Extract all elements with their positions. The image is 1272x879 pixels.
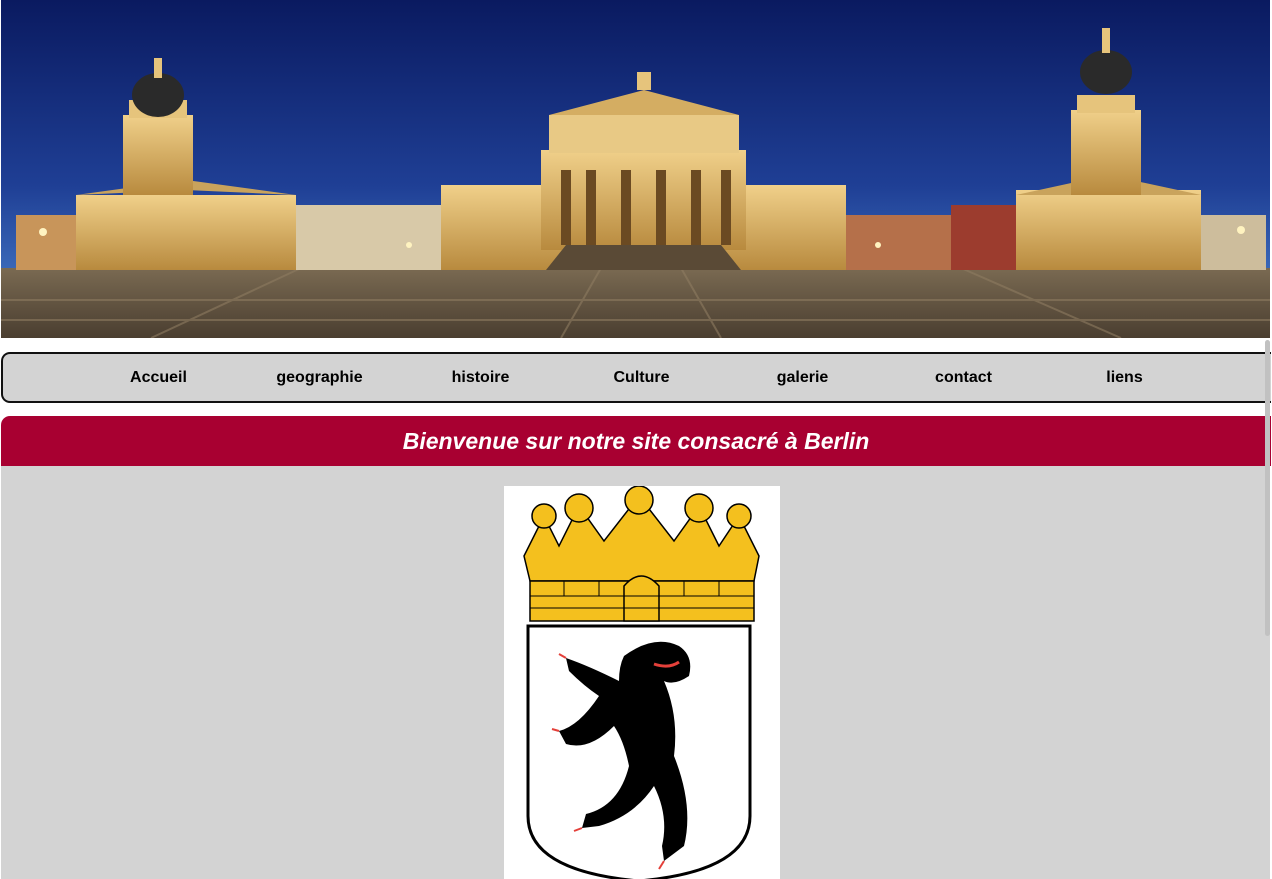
page: Accueil geographie histoire Culture gale… xyxy=(0,0,1272,879)
welcome-heading: Bienvenue sur notre site consacré à Berl… xyxy=(1,416,1271,466)
main-content xyxy=(1,466,1270,879)
page-scrollbar-thumb[interactable] xyxy=(1265,340,1270,636)
nav-link-histoire[interactable]: histoire xyxy=(400,354,561,401)
nav-link-culture[interactable]: Culture xyxy=(561,354,722,401)
header-banner-image xyxy=(1,0,1270,338)
berlin-coat-of-arms-image xyxy=(504,486,780,879)
nav-link-liens[interactable]: liens xyxy=(1044,354,1205,401)
nav-link-geographie[interactable]: geographie xyxy=(239,354,400,401)
nav-link-contact[interactable]: contact xyxy=(883,354,1044,401)
nav-link-galerie[interactable]: galerie xyxy=(722,354,883,401)
nav-link-accueil[interactable]: Accueil xyxy=(78,354,239,401)
main-navigation-bar: Accueil geographie histoire Culture gale… xyxy=(1,352,1271,403)
